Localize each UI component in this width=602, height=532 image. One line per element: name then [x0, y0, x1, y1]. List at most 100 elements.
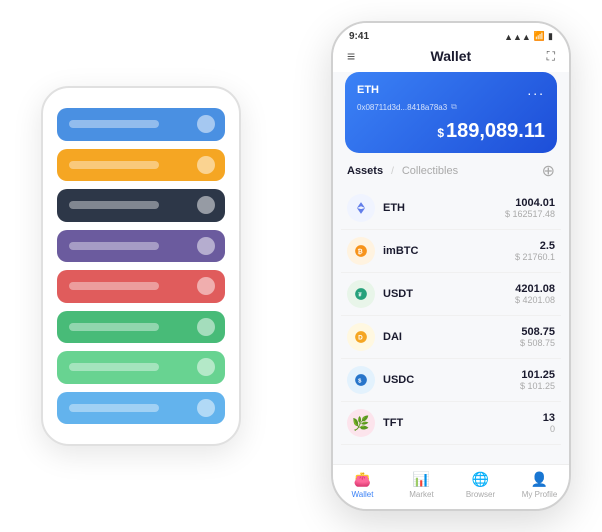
usdc-asset-usd: $ 101.25: [520, 381, 555, 391]
asset-values-dai: 508.75 $ 508.75: [520, 326, 555, 348]
card-8[interactable]: [57, 392, 225, 425]
asset-values-imbtc: 2.5 $ 21760.1: [515, 240, 555, 262]
browser-nav-label: Browser: [466, 490, 495, 499]
eth-address: 0x08711d3d...8418a78a3 ⧉: [357, 102, 545, 112]
eth-amount: 189,089.11: [446, 120, 545, 142]
eth-card-options[interactable]: ...: [527, 82, 545, 98]
card-label: [69, 242, 159, 250]
asset-name-usdt: USDT: [383, 288, 515, 300]
card-4[interactable]: [57, 230, 225, 263]
market-nav-icon: 📊: [413, 471, 430, 488]
usdc-asset-amount: 101.25: [520, 369, 555, 381]
assets-header: Assets / Collectibles ⊕: [333, 161, 569, 187]
imbtc-asset-amount: 2.5: [515, 240, 555, 252]
add-asset-button[interactable]: ⊕: [542, 161, 555, 181]
copy-address-icon[interactable]: ⧉: [451, 102, 457, 112]
card-icon: [197, 196, 215, 214]
card-icon: [197, 277, 215, 295]
nav-wallet[interactable]: 👛 Wallet: [333, 471, 392, 499]
svg-text:₿: ₿: [358, 247, 363, 255]
scene: 9:41 ▲▲▲ 📶 ▮ ≡ Wallet ⛶ ETH ... 0x08711d…: [21, 16, 581, 516]
card-icon: [197, 237, 215, 255]
card-label: [69, 201, 159, 209]
asset-row-dai[interactable]: D DAI 508.75 $ 508.75: [341, 316, 561, 359]
page-title: Wallet: [431, 48, 472, 64]
asset-name-eth: ETH: [383, 202, 505, 214]
profile-nav-label: My Profile: [522, 490, 558, 499]
asset-values-tft: 13 0: [543, 412, 555, 434]
wallet-nav-label: Wallet: [352, 490, 374, 499]
eth-wallet-card[interactable]: ETH ... 0x08711d3d...8418a78a3 ⧉ $189,08…: [345, 72, 557, 153]
imbtc-icon: ₿: [347, 237, 375, 265]
assets-tabs: Assets / Collectibles: [347, 165, 458, 177]
asset-values-usdt: 4201.08 $ 4201.08: [515, 283, 555, 305]
svg-text:₮: ₮: [358, 292, 362, 298]
asset-row-imbtc[interactable]: ₿ imBTC 2.5 $ 21760.1: [341, 230, 561, 273]
tft-asset-amount: 13: [543, 412, 555, 424]
eth-asset-usd: $ 162517.48: [505, 209, 555, 219]
card-5[interactable]: [57, 270, 225, 303]
eth-card-top: ETH ...: [357, 82, 545, 98]
wifi-icon: 📶: [534, 31, 545, 42]
nav-profile[interactable]: 👤 My Profile: [510, 471, 569, 499]
asset-values-usdc: 101.25 $ 101.25: [520, 369, 555, 391]
assets-list: ETH 1004.01 $ 162517.48 ₿ imBTC 2.5 $ 21…: [333, 187, 569, 464]
asset-name-imbtc: imBTC: [383, 245, 515, 257]
dai-asset-amount: 508.75: [520, 326, 555, 338]
tab-collectibles[interactable]: Collectibles: [402, 165, 458, 177]
menu-button[interactable]: ≡: [347, 48, 355, 64]
eth-card-label: ETH: [357, 84, 379, 96]
asset-values-eth: 1004.01 $ 162517.48: [505, 197, 555, 219]
card-2[interactable]: [57, 149, 225, 182]
asset-name-tft: TFT: [383, 417, 543, 429]
eth-balance: $189,089.11: [357, 120, 545, 143]
asset-name-usdc: USDC: [383, 374, 520, 386]
usdt-icon: ₮: [347, 280, 375, 308]
nav-browser[interactable]: 🌐 Browser: [451, 471, 510, 499]
status-icons: ▲▲▲ 📶 ▮: [504, 31, 553, 42]
asset-row-usdt[interactable]: ₮ USDT 4201.08 $ 4201.08: [341, 273, 561, 316]
bottom-nav: 👛 Wallet 📊 Market 🌐 Browser 👤 My Profile: [333, 464, 569, 509]
asset-row-usdc[interactable]: $ USDC 101.25 $ 101.25: [341, 359, 561, 402]
market-nav-label: Market: [409, 490, 433, 499]
eth-asset-amount: 1004.01: [505, 197, 555, 209]
svg-text:D: D: [358, 334, 363, 341]
imbtc-asset-usd: $ 21760.1: [515, 252, 555, 262]
back-phone: [41, 86, 241, 446]
card-icon: [197, 318, 215, 336]
tft-icon: 🌿: [347, 409, 375, 437]
dai-icon: D: [347, 323, 375, 351]
asset-name-dai: DAI: [383, 331, 520, 343]
tab-separator: /: [391, 166, 394, 177]
signal-icon: ▲▲▲: [504, 32, 531, 42]
card-label: [69, 282, 159, 290]
phone-header: ≡ Wallet ⛶: [333, 42, 569, 72]
browser-nav-icon: 🌐: [472, 471, 489, 488]
profile-nav-icon: 👤: [531, 471, 548, 488]
card-3[interactable]: [57, 189, 225, 222]
eth-address-text: 0x08711d3d...8418a78a3: [357, 103, 447, 112]
tab-assets[interactable]: Assets: [347, 165, 383, 177]
usdt-asset-usd: $ 4201.08: [515, 295, 555, 305]
battery-icon: ▮: [548, 31, 553, 42]
card-label: [69, 161, 159, 169]
card-icon: [197, 115, 215, 133]
card-icon: [197, 399, 215, 417]
dai-asset-usd: $ 508.75: [520, 338, 555, 348]
nav-market[interactable]: 📊 Market: [392, 471, 451, 499]
card-label: [69, 404, 159, 412]
card-6[interactable]: [57, 311, 225, 344]
tft-asset-usd: 0: [543, 424, 555, 434]
card-1[interactable]: [57, 108, 225, 141]
card-icon: [197, 358, 215, 376]
usdc-icon: $: [347, 366, 375, 394]
eth-icon: [347, 194, 375, 222]
card-7[interactable]: [57, 351, 225, 384]
card-label: [69, 120, 159, 128]
dollar-sign: $: [437, 126, 444, 140]
scan-button[interactable]: ⛶: [547, 49, 555, 64]
asset-row-tft[interactable]: 🌿 TFT 13 0: [341, 402, 561, 445]
asset-row-eth[interactable]: ETH 1004.01 $ 162517.48: [341, 187, 561, 230]
status-bar: 9:41 ▲▲▲ 📶 ▮: [333, 23, 569, 42]
card-icon: [197, 156, 215, 174]
